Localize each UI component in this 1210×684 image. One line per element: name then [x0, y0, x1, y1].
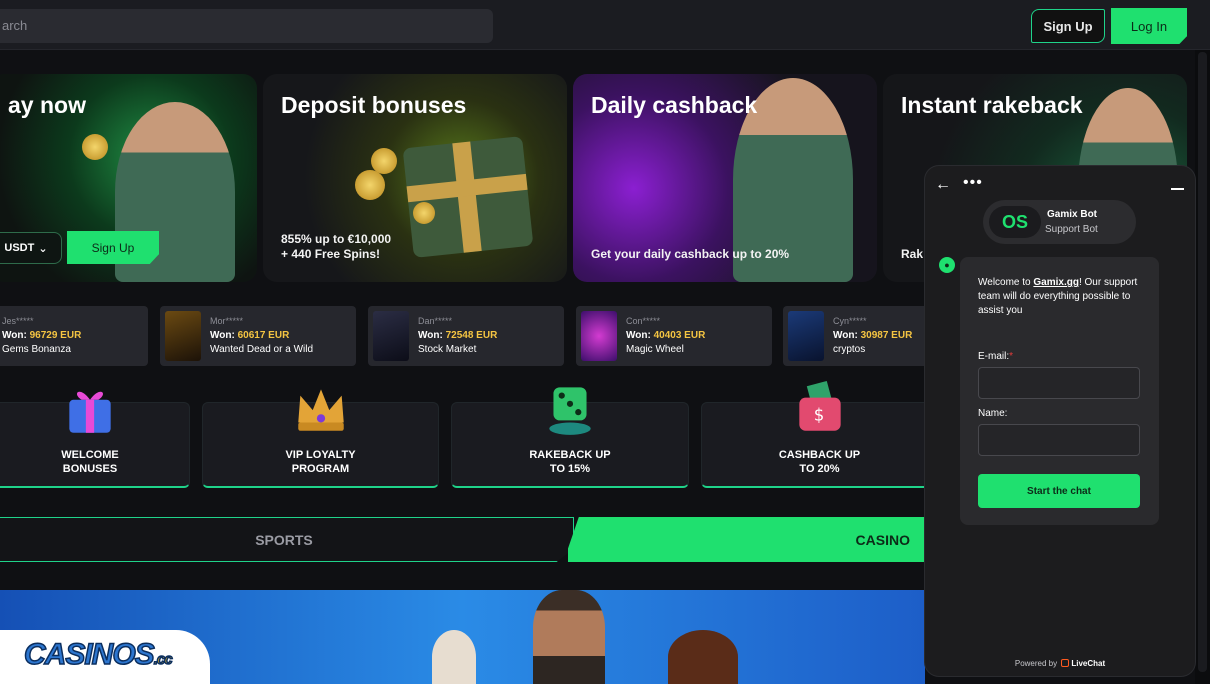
login-button[interactable]: Log In [1111, 8, 1187, 44]
chevron-down-icon: ⌄ [38, 242, 48, 255]
win-amount: Won: 40403 EUR [626, 330, 706, 341]
bot-logo: OS [989, 206, 1041, 238]
bot-badge: OS Gamix Bot Support Bot [983, 200, 1136, 244]
feature-rakeback[interactable]: RAKEBACK UP TO 15% [451, 387, 689, 488]
feature-cashback[interactable]: $ CASHBACK UP TO 20% [701, 380, 938, 488]
coin-icon [82, 134, 108, 160]
promo-subtitle: Rak [901, 247, 924, 261]
crown-icon [297, 389, 344, 431]
recent-win-card[interactable]: Jes***** Won: 96729 EUR Gems Bonanza [0, 306, 148, 366]
winner-nick: Mor***** [210, 316, 244, 326]
feature-label: RAKEBACK UP TO 15% [529, 449, 611, 475]
start-chat-button[interactable]: Start the chat [978, 474, 1140, 508]
hero-character-image [432, 630, 476, 684]
page-scrollbar[interactable] [1195, 50, 1210, 684]
win-amount: Won: 30987 EUR [833, 330, 913, 341]
hero-character-image [533, 590, 605, 684]
promo-title: ay now [8, 92, 86, 118]
powered-by-livechat[interactable]: Powered by LiveChat [925, 659, 1195, 668]
tab-label: SPORTS [255, 531, 313, 548]
recent-win-card[interactable]: Con***** Won: 40403 EUR Magic Wheel [576, 306, 772, 366]
chat-widget: ← ••• OS Gamix Bot Support Bot ● Welcome… [925, 166, 1195, 676]
win-amount: Won: 60617 EUR [210, 330, 290, 341]
winner-nick: Jes***** [2, 316, 34, 326]
minimize-icon[interactable] [1171, 188, 1184, 190]
gift-box-image [402, 136, 534, 258]
search-input[interactable]: arch [0, 9, 493, 43]
svg-text:$: $ [813, 405, 824, 424]
promo-card-deposit-bonuses[interactable]: Deposit bonuses 855% up to €10,000 + 440 … [263, 74, 567, 282]
feature-label: CASHBACK UP TO 20% [778, 449, 861, 475]
recent-win-card[interactable]: Cyn***** Won: 30987 EUR cryptos [783, 306, 933, 366]
coin-icon [413, 202, 435, 224]
game-thumbnail [788, 311, 824, 361]
email-field[interactable] [978, 367, 1140, 399]
win-game: Gems Bonanza [2, 344, 71, 355]
coin-icon [355, 170, 385, 200]
gift-icon [69, 391, 111, 433]
wallet-icon: $ [798, 380, 841, 431]
email-label: E-mail:* [978, 351, 1014, 362]
win-game: cryptos [833, 344, 866, 355]
name-field[interactable] [978, 424, 1140, 456]
promo-subtitle: 855% up to €10,000 + 440 Free Spins! [281, 232, 392, 261]
win-amount: Won: 72548 EUR [418, 330, 498, 341]
promo-title: Daily cashback [591, 92, 758, 118]
game-thumbnail [581, 311, 617, 361]
recent-win-card[interactable]: Mor***** Won: 60617 EUR Wanted Dead or a… [160, 306, 356, 366]
top-bar: arch Sign Up Log In [0, 0, 1210, 50]
win-amount: Won: 96729 EUR [2, 330, 82, 341]
promo-card-play-now[interactable]: ay now USDT ⌄ Sign Up [0, 74, 257, 282]
bot-name: Gamix Bot [1047, 209, 1098, 220]
recent-win-card[interactable]: Dan***** Won: 72548 EUR Stock Market [368, 306, 564, 366]
signup-button[interactable]: Sign Up [1031, 9, 1105, 43]
chat-form-card: Welcome to Gamix.gg! Our support team wi… [960, 257, 1159, 525]
back-arrow-icon[interactable]: ← [935, 176, 951, 194]
gamix-link[interactable]: Gamix.gg [1033, 277, 1079, 288]
tab-sports[interactable]: SPORTS [0, 517, 574, 562]
feature-welcome-bonuses[interactable]: WELCOME BONUSES [0, 391, 190, 488]
bot-role: Support Bot [1045, 224, 1098, 235]
promo-signup-button[interactable]: Sign Up [67, 231, 159, 264]
dice-icon [549, 387, 591, 435]
bot-avatar: ● [939, 257, 955, 273]
promo-title: Instant rakeback [901, 92, 1083, 118]
tab-casino[interactable]: CASINO [568, 517, 928, 562]
welcome-message: Welcome to Gamix.gg! Our support team wi… [978, 277, 1138, 316]
currency-label: USDT [4, 242, 35, 254]
currency-select[interactable]: USDT ⌄ [0, 232, 62, 264]
name-label: Name: [978, 408, 1008, 419]
scrollbar-thumb[interactable] [1198, 52, 1207, 672]
game-thumbnail [373, 311, 409, 361]
promo-card-daily-cashback[interactable]: Daily cashback Get your daily cashback u… [573, 74, 877, 282]
hero-character-image [668, 630, 738, 684]
livechat-icon [1061, 659, 1070, 667]
feature-label: WELCOME BONUSES [61, 449, 119, 475]
tab-label: CASINO [855, 531, 910, 548]
feature-label: VIP LOYALTY PROGRAM [285, 449, 356, 475]
winner-nick: Con***** [626, 316, 661, 326]
feature-vip-loyalty[interactable]: VIP LOYALTY PROGRAM [202, 389, 439, 488]
winner-nick: Cyn***** [833, 316, 867, 326]
promo-subtitle: Get your daily cashback up to 20% [591, 247, 790, 261]
win-game: Stock Market [418, 344, 477, 355]
more-options-icon[interactable]: ••• [963, 174, 983, 192]
win-game: Magic Wheel [626, 344, 684, 355]
game-thumbnail [165, 311, 201, 361]
winner-nick: Dan***** [418, 316, 453, 326]
win-game: Wanted Dead or a Wild [210, 344, 314, 355]
promo-title: Deposit bonuses [281, 92, 467, 118]
site-logo: CASINOS.cc [23, 637, 173, 672]
